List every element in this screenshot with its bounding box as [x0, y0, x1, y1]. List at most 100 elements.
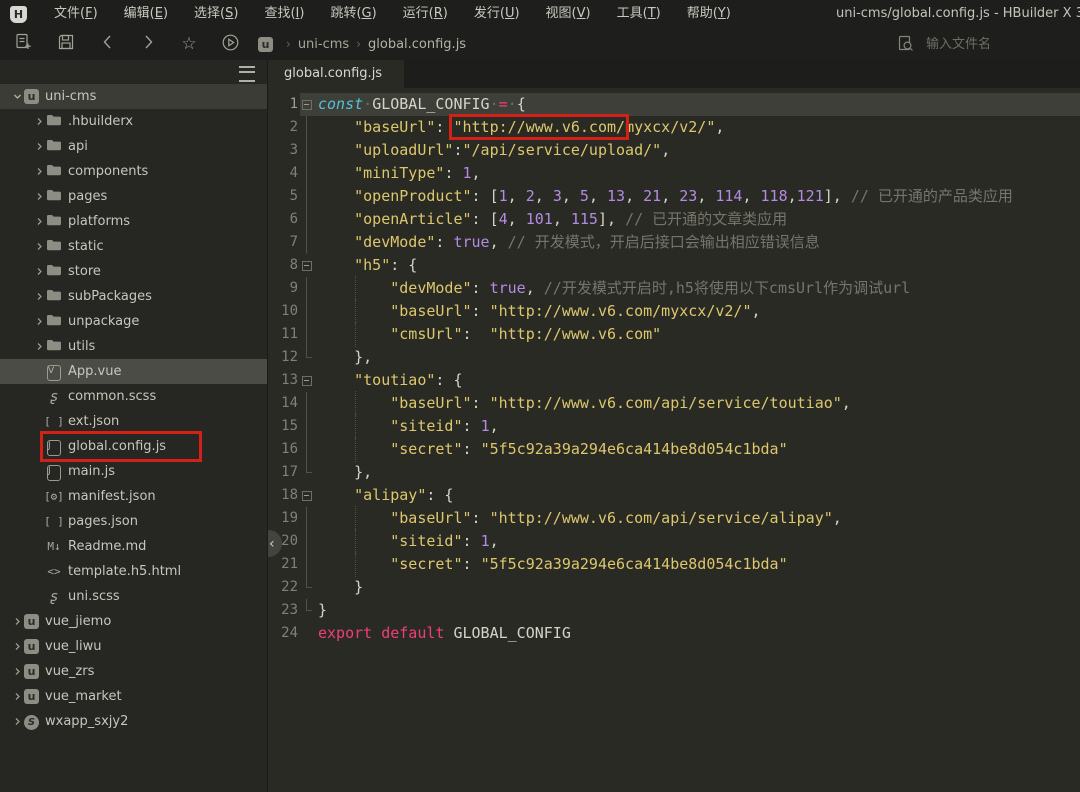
- tree-item-vue_liwu[interactable]: uvue_liwu: [0, 634, 267, 659]
- hamburger-menu-icon[interactable]: [239, 66, 255, 82]
- back-button[interactable]: [96, 33, 120, 55]
- code-text[interactable]: "alipay": {: [318, 484, 453, 507]
- code-text[interactable]: "baseUrl": "http://www.v6.com/api/servic…: [318, 507, 842, 530]
- code-text[interactable]: "openArticle": [4, 101, 115], // 已开通的文章类…: [318, 208, 787, 231]
- menu-item-r[interactable]: 运行(R): [390, 0, 461, 28]
- menu-item-y[interactable]: 帮助(Y): [674, 0, 744, 28]
- forward-button[interactable]: [136, 33, 160, 55]
- menu-item-g[interactable]: 跳转(G): [317, 0, 389, 28]
- code-line-7[interactable]: 7 "devMode": true, // 开发模式，开启后接口会输出相应错误信…: [268, 231, 1080, 254]
- tree-item-manifest.json[interactable]: [⚙]manifest.json: [0, 484, 267, 509]
- code-line-18[interactable]: 18 "alipay": {: [268, 484, 1080, 507]
- tree-item-wxapp_sxjy2[interactable]: Swxapp_sxjy2: [0, 709, 267, 734]
- code-line-5[interactable]: 5 "openProduct": [1, 2, 3, 5, 13, 21, 23…: [268, 185, 1080, 208]
- menu-item-u[interactable]: 发行(U): [461, 0, 533, 28]
- code-line-20[interactable]: 20 "siteid": 1,: [268, 530, 1080, 553]
- code-line-21[interactable]: 21 "secret": "5f5c92a39a294e6ca414be8d05…: [268, 553, 1080, 576]
- tree-item-vue_zrs[interactable]: uvue_zrs: [0, 659, 267, 684]
- menu-item-s[interactable]: 选择(S): [181, 0, 251, 28]
- menu-item-v[interactable]: 视图(V): [533, 0, 604, 28]
- tree-item-unpackage[interactable]: unpackage: [0, 309, 267, 334]
- tree-item-subPackages[interactable]: subPackages: [0, 284, 267, 309]
- code-line-14[interactable]: 14 "baseUrl": "http://www.v6.com/api/ser…: [268, 392, 1080, 415]
- code-text[interactable]: "siteid": 1,: [318, 415, 499, 438]
- run-button[interactable]: [218, 33, 242, 55]
- code-line-2[interactable]: 2 "baseUrl": "http://www.v6.com/myxcx/v2…: [268, 116, 1080, 139]
- code-line-3[interactable]: 3 "uploadUrl":"/api/service/upload/",: [268, 139, 1080, 162]
- breadcrumb-project[interactable]: uni-cms: [298, 37, 349, 52]
- code-text[interactable]: const·GLOBAL_CONFIG·=·{: [318, 93, 526, 116]
- code-line-24[interactable]: 24export default GLOBAL_CONFIG: [268, 622, 1080, 645]
- fold-toggle-icon[interactable]: [298, 254, 318, 277]
- tree-item-common.scss[interactable]: ʂcommon.scss: [0, 384, 267, 409]
- code-text[interactable]: "uploadUrl":"/api/service/upload/",: [318, 139, 670, 162]
- tree-item-main.js[interactable]: Jmain.js: [0, 459, 267, 484]
- new-file-button[interactable]: [12, 33, 36, 55]
- tree-item-pages.json[interactable]: [ ]pages.json: [0, 509, 267, 534]
- tree-item-vue_jiemo[interactable]: uvue_jiemo: [0, 609, 267, 634]
- tree-item-Readme.md[interactable]: M↓Readme.md: [0, 534, 267, 559]
- code-text[interactable]: "openProduct": [1, 2, 3, 5, 13, 21, 23, …: [318, 185, 1013, 208]
- tree-item-store[interactable]: store: [0, 259, 267, 284]
- save-button[interactable]: [54, 33, 78, 55]
- tree-item-ext.json[interactable]: [ ]ext.json: [0, 409, 267, 434]
- code-editor[interactable]: 1const·GLOBAL_CONFIG·=·{2 "baseUrl": "ht…: [268, 88, 1080, 792]
- search-input[interactable]: [924, 36, 1058, 53]
- code-text[interactable]: "devMode": true, //开发模式开启时,h5将使用以下cmsUrl…: [318, 277, 910, 300]
- fold-toggle-icon[interactable]: [298, 93, 318, 116]
- tree-item-platforms[interactable]: platforms: [0, 209, 267, 234]
- code-line-13[interactable]: 13 "toutiao": {: [268, 369, 1080, 392]
- menu-item-f[interactable]: 文件(F): [41, 0, 111, 28]
- tree-item-App.vue[interactable]: VApp.vue: [0, 359, 267, 384]
- code-text[interactable]: "secret": "5f5c92a39a294e6ca414be8d054c1…: [318, 553, 788, 576]
- tree-item-.hbuilderx[interactable]: .hbuilderx: [0, 109, 267, 134]
- tree-item-api[interactable]: api: [0, 134, 267, 159]
- code-text[interactable]: "cmsUrl": "http://www.v6.com": [318, 323, 661, 346]
- code-line-10[interactable]: 10 "baseUrl": "http://www.v6.com/myxcx/v…: [268, 300, 1080, 323]
- code-text[interactable]: }: [318, 599, 327, 622]
- code-line-8[interactable]: 8 "h5": {: [268, 254, 1080, 277]
- code-line-12[interactable]: 12 },: [268, 346, 1080, 369]
- code-line-16[interactable]: 16 "secret": "5f5c92a39a294e6ca414be8d05…: [268, 438, 1080, 461]
- code-line-23[interactable]: 23}: [268, 599, 1080, 622]
- tree-item-components[interactable]: components: [0, 159, 267, 184]
- code-text[interactable]: "secret": "5f5c92a39a294e6ca414be8d054c1…: [318, 438, 788, 461]
- menu-item-e[interactable]: 编辑(E): [111, 0, 181, 28]
- code-line-19[interactable]: 19 "baseUrl": "http://www.v6.com/api/ser…: [268, 507, 1080, 530]
- tree-item-uni-cms[interactable]: uuni-cms: [0, 84, 267, 109]
- breadcrumb-file[interactable]: global.config.js: [368, 37, 466, 52]
- code-line-17[interactable]: 17 },: [268, 461, 1080, 484]
- code-text[interactable]: },: [318, 346, 372, 369]
- code-text[interactable]: },: [318, 461, 372, 484]
- code-text[interactable]: "miniType": 1,: [318, 162, 481, 185]
- code-line-4[interactable]: 4 "miniType": 1,: [268, 162, 1080, 185]
- code-line-11[interactable]: 11 "cmsUrl": "http://www.v6.com": [268, 323, 1080, 346]
- code-line-1[interactable]: 1const·GLOBAL_CONFIG·=·{: [268, 93, 1080, 116]
- menu-item-i[interactable]: 查找(I): [251, 0, 317, 28]
- code-text[interactable]: "baseUrl": "http://www.v6.com/myxcx/v2/"…: [318, 300, 761, 323]
- code-text[interactable]: "h5": {: [318, 254, 417, 277]
- star-button[interactable]: ☆: [177, 33, 201, 55]
- code-text[interactable]: "baseUrl": "http://www.v6.com/myxcx/v2/"…: [318, 116, 724, 139]
- code-text[interactable]: "toutiao": {: [318, 369, 463, 392]
- tree-item-pages[interactable]: pages: [0, 184, 267, 209]
- tree-item-template.h5.html[interactable]: <>template.h5.html: [0, 559, 267, 584]
- fold-toggle-icon[interactable]: [298, 484, 318, 507]
- code-text[interactable]: export default GLOBAL_CONFIG: [318, 622, 571, 645]
- tree-item-static[interactable]: static: [0, 234, 267, 259]
- code-text[interactable]: }: [318, 576, 363, 599]
- code-text[interactable]: "siteid": 1,: [318, 530, 499, 553]
- code-line-15[interactable]: 15 "siteid": 1,: [268, 415, 1080, 438]
- code-text[interactable]: "devMode": true, // 开发模式，开启后接口会输出相应错误信息: [318, 231, 820, 254]
- tree-item-global.config.js[interactable]: Jglobal.config.js: [0, 434, 267, 459]
- tab-global-config-js[interactable]: global.config.js: [268, 60, 404, 88]
- code-line-22[interactable]: 22 }: [268, 576, 1080, 599]
- code-line-9[interactable]: 9 "devMode": true, //开发模式开启时,h5将使用以下cmsU…: [268, 277, 1080, 300]
- menu-item-t[interactable]: 工具(T): [604, 0, 674, 28]
- code-text[interactable]: "baseUrl": "http://www.v6.com/api/servic…: [318, 392, 851, 415]
- tree-item-utils[interactable]: utils: [0, 334, 267, 359]
- tree-item-uni.scss[interactable]: ʂuni.scss: [0, 584, 267, 609]
- code-line-6[interactable]: 6 "openArticle": [4, 101, 115], // 已开通的文…: [268, 208, 1080, 231]
- fold-toggle-icon[interactable]: [298, 369, 318, 392]
- tree-item-vue_market[interactable]: uvue_market: [0, 684, 267, 709]
